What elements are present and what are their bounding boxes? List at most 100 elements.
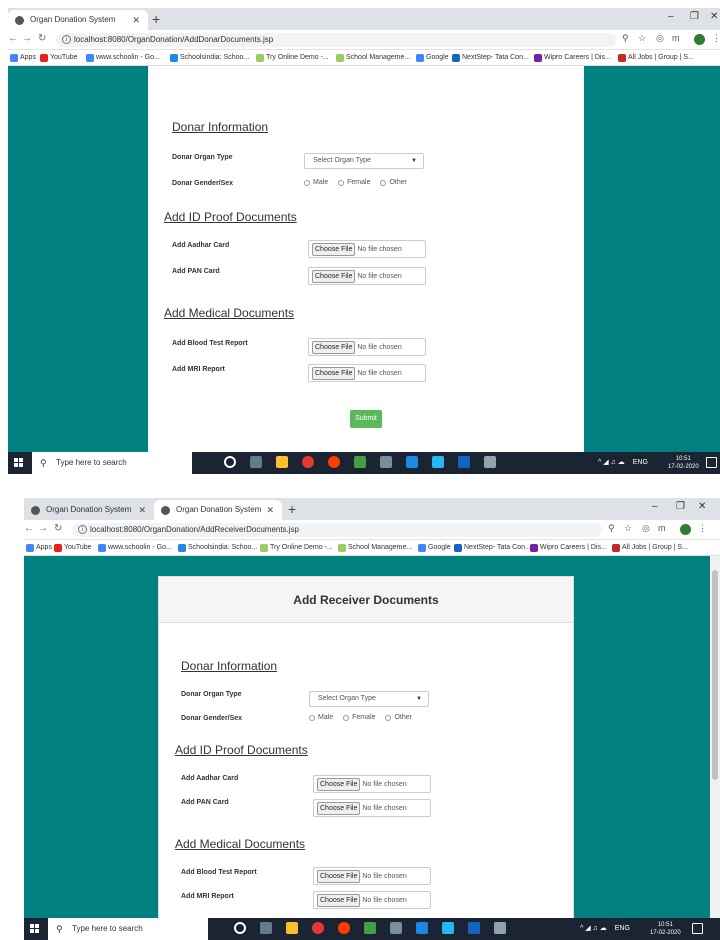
radio-other[interactable]	[380, 179, 387, 186]
menu-icon[interactable]: ⋮	[712, 33, 720, 44]
app-icon[interactable]	[380, 456, 392, 468]
browser-tab[interactable]: Organ Donation System ✕	[8, 10, 148, 30]
organ-type-select[interactable]: Select Organ Type ▼	[309, 691, 429, 707]
tray-icons[interactable]: ^ ◢ ♫ ☁	[598, 459, 625, 466]
choose-file-button[interactable]: Choose File	[312, 243, 356, 256]
bookmark-wipro[interactable]: Wipro Careers | Dis...	[534, 53, 611, 63]
bookmark-demo[interactable]: Try Online Demo -...	[260, 543, 333, 553]
new-tab-icon[interactable]: +	[288, 500, 296, 518]
choose-file-button[interactable]: Choose File	[317, 802, 361, 815]
close-window-icon[interactable]: ✕	[698, 501, 706, 512]
tray-icons[interactable]: ^ ◢ ♫ ☁	[580, 925, 607, 932]
taskbar-search-input[interactable]: ⚲ Type here to search	[32, 452, 192, 474]
browser-tab[interactable]: Organ Donation System ✕	[24, 500, 154, 520]
bookmark-schoolsindia[interactable]: Schoolsindia: Schoo...	[170, 53, 249, 63]
page-scrollbar[interactable]	[710, 556, 720, 918]
minimize-icon[interactable]: –	[668, 11, 674, 22]
choose-file-button[interactable]: Choose File	[317, 870, 361, 883]
extension-icon[interactable]: ◎	[642, 523, 650, 534]
app-icon[interactable]	[494, 922, 506, 934]
browser-tab[interactable]: Organ Donation System ✕	[154, 500, 282, 520]
opera-icon[interactable]	[338, 922, 350, 934]
file-explorer-icon[interactable]	[286, 922, 298, 934]
bookmark-demo[interactable]: Try Online Demo -...	[256, 53, 329, 63]
bookmark-alljobs[interactable]: All Jobs | Group | S...	[612, 543, 688, 553]
restore-icon[interactable]: ❐	[690, 11, 699, 22]
word-icon[interactable]	[458, 456, 470, 468]
zoom-icon[interactable]: ⚲	[622, 33, 629, 44]
radio-male[interactable]	[304, 179, 310, 186]
app-icon[interactable]	[484, 456, 496, 468]
app-icon[interactable]	[432, 456, 444, 468]
notification-icon[interactable]	[692, 923, 703, 934]
app-icon[interactable]	[406, 456, 418, 468]
aadhar-file-input[interactable]: Choose File No file chosen	[313, 775, 431, 793]
bookmark-wipro[interactable]: Wipro Careers | Dis...	[530, 543, 607, 553]
organ-type-select[interactable]: Select Organ Type ▼	[304, 153, 424, 169]
language-indicator[interactable]: ENG	[615, 925, 630, 932]
close-icon[interactable]: ✕	[266, 500, 274, 520]
windows-start-icon[interactable]	[30, 924, 40, 934]
task-view-icon[interactable]	[250, 456, 262, 468]
forward-icon[interactable]: →	[38, 523, 48, 534]
chrome-icon[interactable]	[312, 922, 324, 934]
bookmark-google[interactable]: Google	[418, 543, 451, 553]
bookmark-school[interactable]: School Manageme...	[336, 53, 410, 63]
submit-button[interactable]: Submit	[350, 410, 382, 428]
choose-file-button[interactable]: Choose File	[312, 367, 356, 380]
star-icon[interactable]: ☆	[638, 33, 646, 44]
bookmark-apps[interactable]: Apps	[26, 543, 52, 553]
new-tab-icon[interactable]: +	[152, 10, 160, 28]
radio-other[interactable]	[385, 714, 392, 721]
url-input[interactable]: i localhost:8080/OrganDonation/AddReceiv…	[72, 523, 602, 537]
back-icon[interactable]: ←	[8, 33, 18, 44]
blood-test-file-input[interactable]: Choose File No file chosen	[313, 867, 431, 885]
file-explorer-icon[interactable]	[276, 456, 288, 468]
mri-file-input[interactable]: Choose File No file chosen	[313, 891, 431, 909]
cortana-icon[interactable]	[224, 456, 236, 468]
reload-icon[interactable]: ↻	[38, 33, 46, 44]
close-icon[interactable]: ✕	[138, 500, 146, 520]
extension-icon[interactable]: ◎	[656, 33, 664, 44]
app-icon[interactable]	[354, 456, 366, 468]
taskbar-clock[interactable]: 10:51 17-02-2020	[650, 921, 681, 937]
app-icon[interactable]	[416, 922, 428, 934]
app-icon[interactable]	[390, 922, 402, 934]
bookmark-apps[interactable]: Apps	[10, 53, 36, 63]
restore-icon[interactable]: ❐	[676, 501, 685, 512]
star-icon[interactable]: ☆	[624, 523, 632, 534]
bookmark-schoolin[interactable]: www.schoolin - Go...	[98, 543, 172, 553]
radio-female[interactable]	[343, 714, 350, 721]
choose-file-button[interactable]: Choose File	[317, 778, 361, 791]
url-input[interactable]: i localhost:8080/OrganDonation/AddDonarD…	[56, 33, 616, 47]
notification-icon[interactable]	[706, 457, 717, 468]
menu-icon[interactable]: ⋮	[698, 523, 707, 534]
bookmark-google[interactable]: Google	[416, 53, 449, 63]
bookmark-nextstep[interactable]: NextStep- Tata Con...	[452, 53, 529, 63]
scrollbar-thumb[interactable]	[712, 570, 718, 780]
choose-file-button[interactable]: Choose File	[317, 894, 361, 907]
choose-file-button[interactable]: Choose File	[312, 341, 356, 354]
task-view-icon[interactable]	[260, 922, 272, 934]
pan-file-input[interactable]: Choose File No file chosen	[308, 267, 426, 285]
aadhar-file-input[interactable]: Choose File No file chosen	[308, 240, 426, 258]
forward-icon[interactable]: →	[22, 33, 32, 44]
bookmark-youtube[interactable]: YouTube	[40, 53, 78, 63]
avatar[interactable]	[680, 524, 691, 535]
chrome-icon[interactable]	[302, 456, 314, 468]
zoom-icon[interactable]: ⚲	[608, 523, 615, 534]
opera-icon[interactable]	[328, 456, 340, 468]
choose-file-button[interactable]: Choose File	[312, 270, 356, 283]
bookmark-schoolsindia[interactable]: Schoolsindia: Schoo...	[178, 543, 257, 553]
close-window-icon[interactable]: ✕	[710, 11, 718, 22]
taskbar-clock[interactable]: 10:51 17-02-2020	[668, 455, 699, 471]
radio-female[interactable]	[338, 179, 345, 186]
radio-male[interactable]	[309, 714, 315, 721]
mri-file-input[interactable]: Choose File No file chosen	[308, 364, 426, 382]
extension-icon[interactable]: m	[658, 523, 666, 533]
word-icon[interactable]	[468, 922, 480, 934]
taskbar-search-input[interactable]: ⚲ Type here to search	[48, 918, 208, 940]
app-icon[interactable]	[442, 922, 454, 934]
avatar[interactable]	[694, 34, 705, 45]
bookmark-nextstep[interactable]: NextStep- Tata Con...	[454, 543, 531, 553]
